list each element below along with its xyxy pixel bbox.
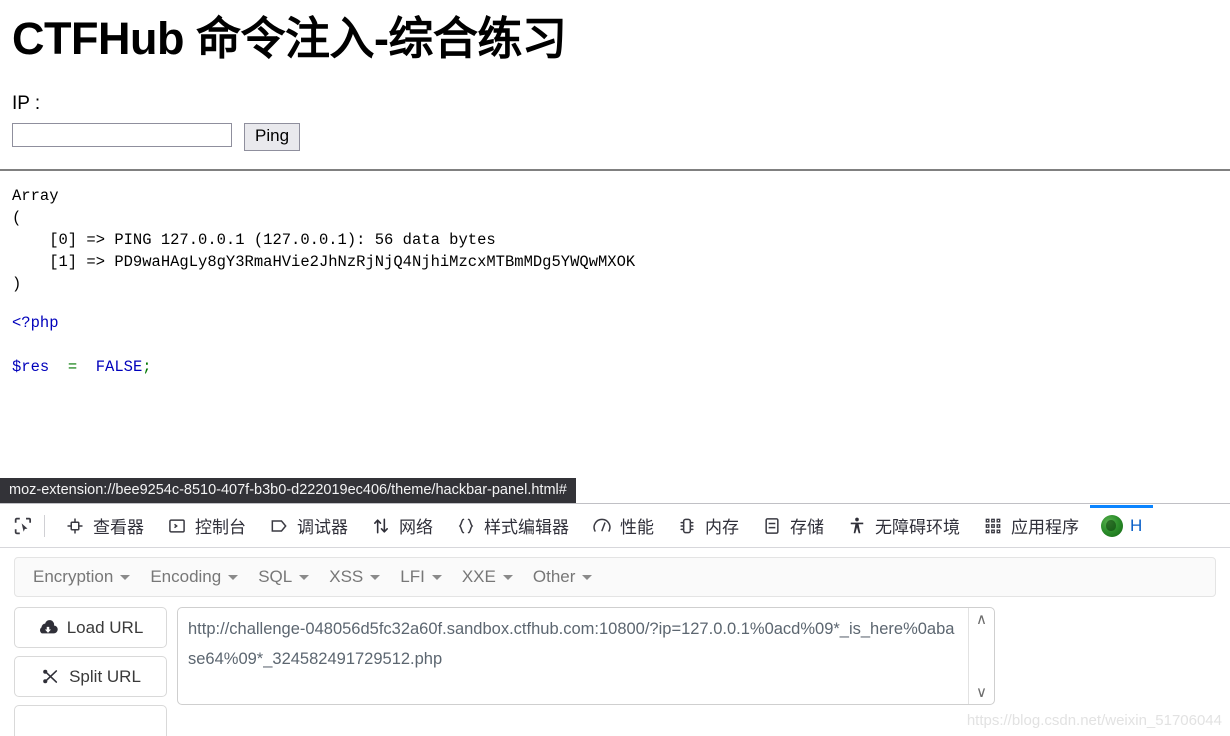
cloud-download-icon bbox=[38, 618, 58, 638]
toolbar-divider bbox=[44, 514, 45, 537]
menu-lfi[interactable]: LFI bbox=[390, 563, 452, 591]
storage-icon bbox=[761, 515, 783, 537]
application-icon bbox=[982, 515, 1004, 537]
menu-encryption[interactable]: Encryption bbox=[23, 563, 140, 591]
php-open-tag: <?php bbox=[12, 314, 59, 333]
tab-network-label: 网络 bbox=[399, 518, 433, 537]
style-editor-icon bbox=[455, 515, 477, 537]
chevron-down-icon bbox=[370, 574, 381, 580]
scissors-icon bbox=[40, 667, 60, 687]
page-title: CTFHub 命令注入-综合练习 bbox=[12, 13, 567, 64]
menu-sql-label: SQL bbox=[258, 567, 293, 586]
menu-encoding[interactable]: Encoding bbox=[140, 563, 248, 591]
menu-other[interactable]: Other bbox=[523, 563, 603, 591]
load-url-label: Load URL bbox=[66, 617, 144, 637]
menu-xss-label: XSS bbox=[329, 567, 364, 586]
devtools-toolbar: 查看器 控制台 调试器 网络 样式编辑器 性能 内存 存储 无障碍环境 应用程序… bbox=[0, 504, 1230, 548]
tab-memory[interactable]: 内存 bbox=[665, 505, 750, 547]
network-icon bbox=[370, 515, 392, 537]
hackbar-panel: Encryption Encoding SQL XSS LFI XXE Othe… bbox=[0, 548, 1230, 736]
menu-xss[interactable]: XSS bbox=[319, 563, 390, 591]
chevron-down-icon bbox=[431, 574, 442, 580]
menu-xxe[interactable]: XXE bbox=[452, 563, 523, 591]
tab-performance-label: 性能 bbox=[620, 518, 654, 537]
php-operator: = bbox=[67, 358, 78, 377]
hackbar-icon bbox=[1101, 514, 1123, 537]
tab-console-label: 控制台 bbox=[195, 518, 246, 537]
load-url-button[interactable]: Load URL bbox=[14, 607, 167, 648]
devtools-panel: 查看器 控制台 调试器 网络 样式编辑器 性能 内存 存储 无障碍环境 应用程序… bbox=[0, 503, 1230, 736]
status-bar-url: moz-extension://bee9254c-8510-407f-b3b0-… bbox=[0, 478, 576, 503]
accessibility-icon bbox=[846, 515, 868, 537]
split-url-label: Split URL bbox=[69, 666, 141, 686]
url-field-wrapper: ∧ ∨ bbox=[177, 607, 995, 710]
tab-application[interactable]: 应用程序 bbox=[971, 505, 1090, 547]
tab-application-label: 应用程序 bbox=[1011, 518, 1079, 537]
php-constant: FALSE bbox=[95, 358, 143, 377]
inspector-icon bbox=[64, 515, 86, 537]
tab-accessibility-label: 无障碍环境 bbox=[875, 518, 960, 537]
scroll-up-icon[interactable]: ∧ bbox=[976, 612, 987, 627]
element-picker-icon[interactable] bbox=[6, 509, 40, 543]
url-input[interactable] bbox=[177, 607, 995, 705]
tab-console[interactable]: 控制台 bbox=[155, 505, 257, 547]
menu-other-label: Other bbox=[532, 567, 576, 586]
chevron-down-icon bbox=[228, 574, 239, 580]
ip-input[interactable] bbox=[12, 122, 232, 147]
chevron-down-icon bbox=[582, 574, 593, 580]
menu-xxe-label: XXE bbox=[461, 567, 496, 586]
tab-performance[interactable]: 性能 bbox=[580, 505, 665, 547]
url-scrollbar[interactable]: ∧ ∨ bbox=[968, 608, 994, 704]
debugger-icon bbox=[268, 515, 290, 537]
memory-icon bbox=[676, 515, 698, 537]
menu-sql[interactable]: SQL bbox=[248, 563, 319, 591]
tab-accessibility[interactable]: 无障碍环境 bbox=[835, 505, 971, 547]
hackbar-action-buttons: Load URL Split URL bbox=[14, 607, 167, 736]
scroll-down-icon[interactable]: ∨ bbox=[976, 685, 987, 700]
execute-button[interactable] bbox=[14, 705, 167, 736]
console-icon bbox=[166, 515, 188, 537]
tab-storage[interactable]: 存储 bbox=[750, 505, 835, 547]
tab-network[interactable]: 网络 bbox=[359, 505, 444, 547]
tab-inspector-label: 查看器 bbox=[93, 518, 144, 537]
ping-button[interactable]: Ping bbox=[244, 122, 301, 152]
php-semicolon: ; bbox=[142, 358, 152, 377]
menu-encoding-label: Encoding bbox=[150, 567, 222, 586]
performance-icon bbox=[591, 515, 613, 537]
php-variable: $res bbox=[12, 358, 50, 377]
tab-storage-label: 存储 bbox=[790, 518, 824, 537]
split-url-button[interactable]: Split URL bbox=[14, 656, 167, 697]
chevron-down-icon bbox=[299, 574, 310, 580]
tab-style-editor-label: 样式编辑器 bbox=[484, 518, 569, 537]
php-source-output: <?php $res = FALSE; bbox=[0, 295, 1230, 378]
tab-inspector[interactable]: 查看器 bbox=[53, 505, 155, 547]
ip-label: IP : bbox=[12, 92, 41, 114]
menu-encryption-label: Encryption bbox=[33, 567, 114, 586]
tab-debugger-label: 调试器 bbox=[297, 518, 348, 537]
tab-hackbar[interactable]: H bbox=[1090, 504, 1154, 547]
tab-memory-label: 内存 bbox=[705, 518, 739, 537]
chevron-down-icon bbox=[120, 574, 131, 580]
chevron-down-icon bbox=[502, 574, 513, 580]
command-output: Array ( [0] => PING 127.0.0.1 (127.0.0.1… bbox=[12, 187, 636, 294]
tab-debugger[interactable]: 调试器 bbox=[257, 505, 359, 547]
ping-form: Ping bbox=[0, 115, 1230, 152]
tab-hackbar-label: H bbox=[1130, 515, 1143, 535]
tab-style-editor[interactable]: 样式编辑器 bbox=[444, 505, 580, 547]
hackbar-menubar: Encryption Encoding SQL XSS LFI XXE Othe… bbox=[14, 557, 1216, 597]
menu-lfi-label: LFI bbox=[400, 567, 425, 586]
hackbar-body: Load URL Split URL http://challenge-0480… bbox=[0, 597, 1230, 736]
browser-page-content: CTFHub 命令注入-综合练习 IP : Ping Array ( [0] =… bbox=[0, 0, 1230, 482]
